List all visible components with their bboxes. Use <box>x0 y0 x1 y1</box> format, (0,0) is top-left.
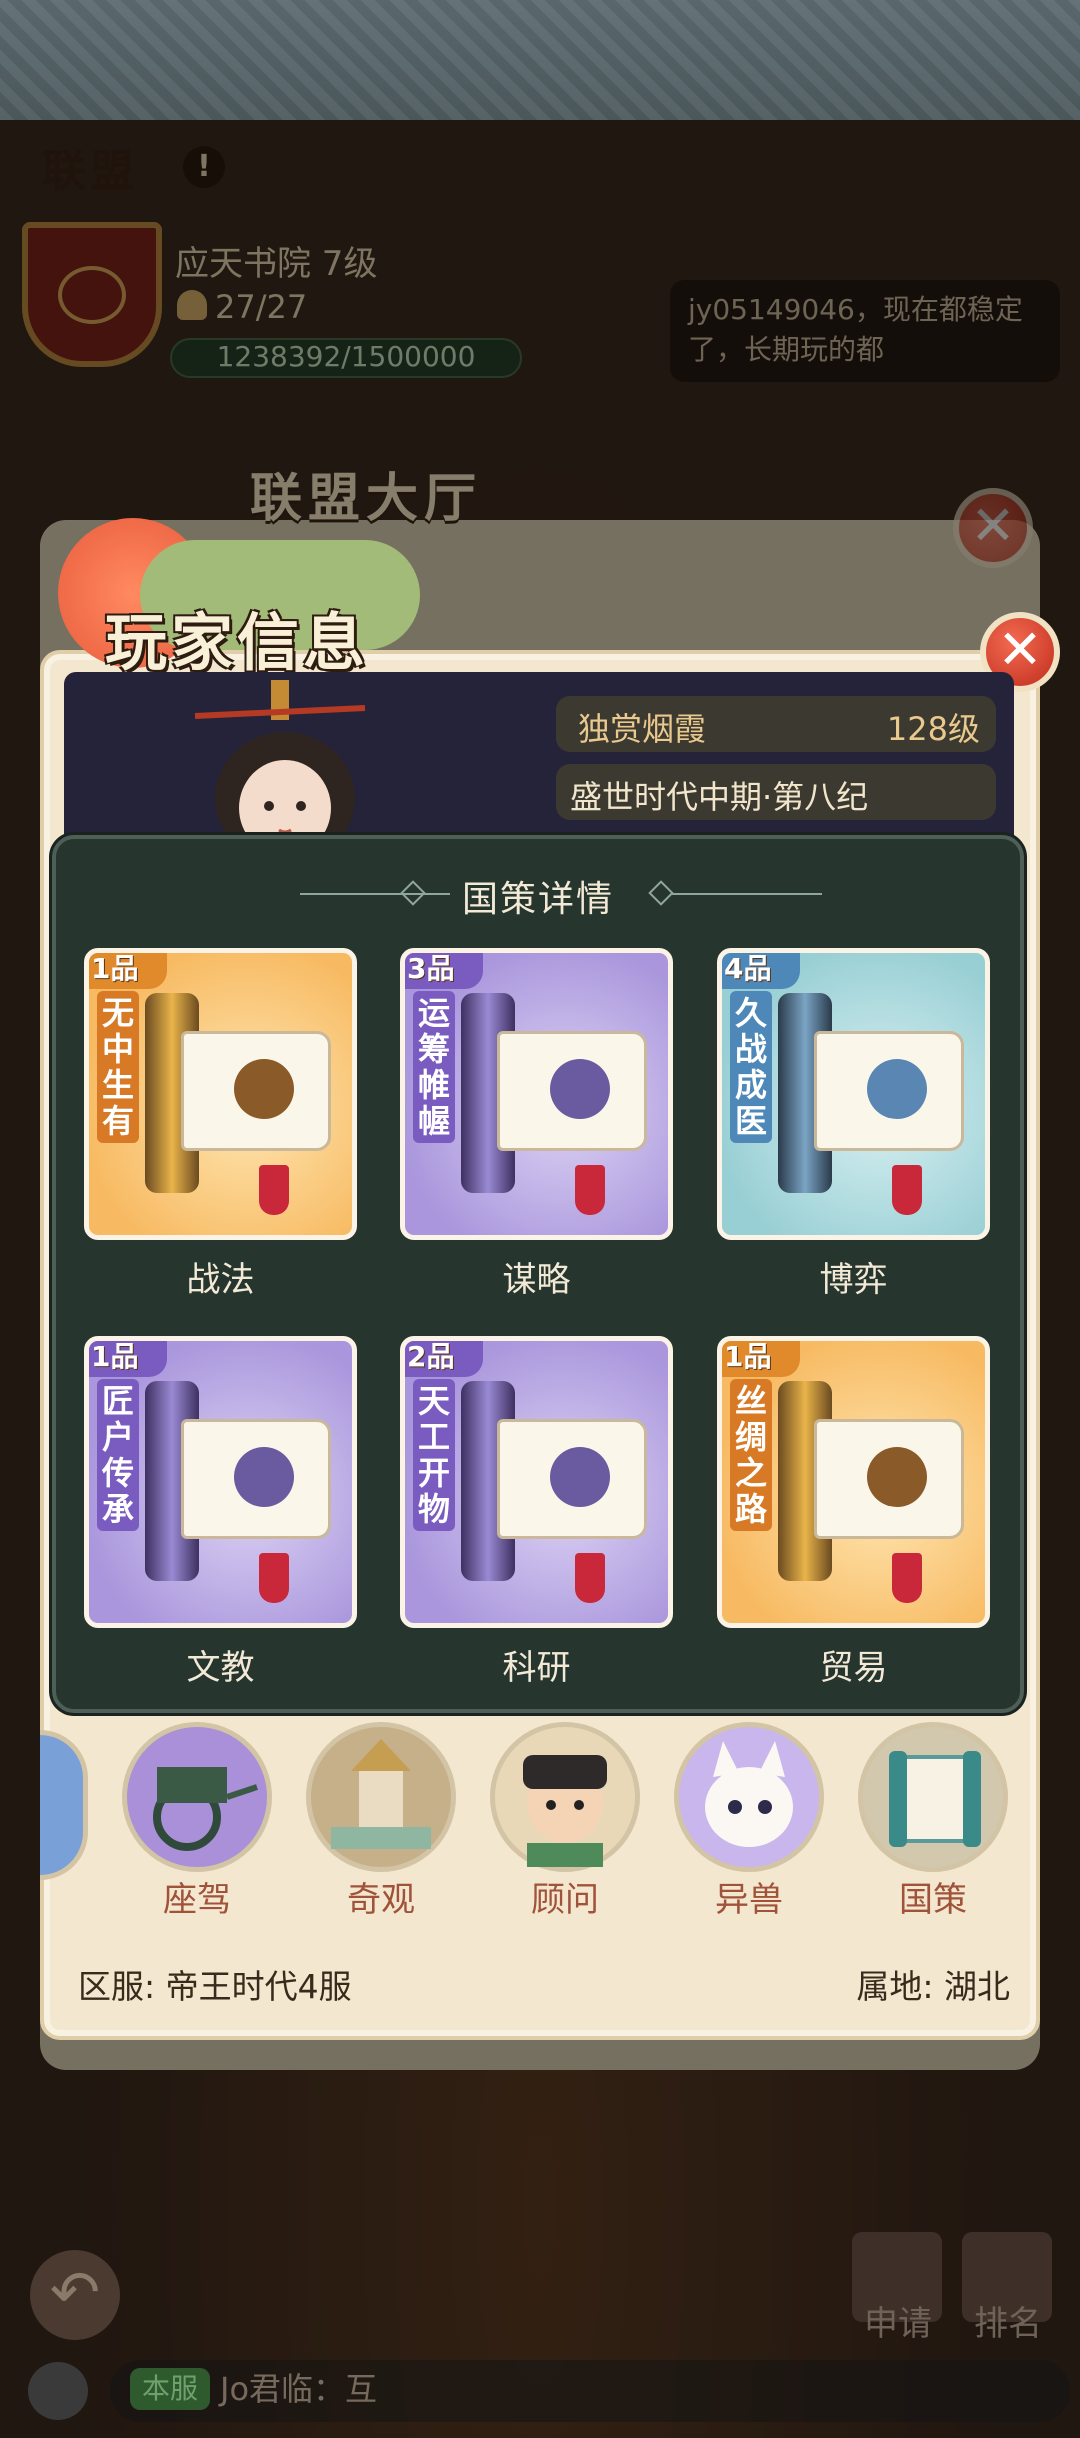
policy-name: 丝绸之路 <box>730 1379 772 1531</box>
policy-card-zhanfa[interactable]: 1品 无中生有 <box>84 948 357 1240</box>
wonder-tower-icon[interactable] <box>306 1722 456 1872</box>
title-ornament-right <box>672 893 822 895</box>
back-button[interactable]: ↶ <box>30 2250 120 2340</box>
book-icon <box>497 1031 647 1151</box>
book-icon <box>181 1031 331 1151</box>
player-avatar <box>175 680 385 864</box>
policy-name: 运筹帷幄 <box>413 991 455 1143</box>
category-label-wonder: 奇观 <box>347 1880 415 1920</box>
category-label-beast: 异兽 <box>715 1880 783 1920</box>
category-label-policy: 国策 <box>899 1880 967 1920</box>
book-icon <box>814 1419 964 1539</box>
book-icon <box>814 1031 964 1151</box>
card-label-zhanfa: 战法 <box>186 1260 255 1300</box>
player-info-title: 玩家信息 <box>105 606 370 679</box>
category-label-carriage: 座驾 <box>163 1880 231 1920</box>
policy-card-keyan[interactable]: 2品 天工开物 <box>400 1336 673 1628</box>
policy-name: 无中生有 <box>97 991 139 1143</box>
carriage-icon[interactable] <box>122 1722 272 1872</box>
policy-card-wenjiao[interactable]: 1品 匠户传承 <box>84 1336 357 1628</box>
grade-badge: 1品 <box>89 953 167 989</box>
grade-badge: 1品 <box>89 1341 167 1377</box>
book-icon <box>497 1419 647 1539</box>
card-label-maoyi: 贸易 <box>819 1648 888 1688</box>
server-label: 区服: 帝王时代4服 <box>78 1967 352 2006</box>
book-icon <box>181 1419 331 1539</box>
advisor-portrait-icon[interactable] <box>490 1722 640 1872</box>
tassel-icon <box>892 1553 922 1603</box>
tassel-icon <box>259 1553 289 1603</box>
chat-message: Jo君临：互 <box>220 2370 378 2408</box>
tassel-icon <box>575 1553 605 1603</box>
grade-badge: 1品 <box>722 1341 800 1377</box>
policy-name: 久战成医 <box>730 991 772 1143</box>
policy-card-boyi[interactable]: 4品 久战成医 <box>717 948 990 1240</box>
region-label: 属地: 湖北 <box>856 1967 1010 2006</box>
policy-popup-title: 国策详情 <box>461 879 614 920</box>
tassel-icon <box>259 1165 289 1215</box>
policy-card-moulue[interactable]: 3品 运筹帷幄 <box>400 948 673 1240</box>
tassel-icon <box>575 1165 605 1215</box>
card-label-wenjiao: 文教 <box>186 1648 255 1688</box>
rank-label: 排名 <box>974 2304 1042 2344</box>
player-era: 盛世时代中期·第八纪 <box>570 778 869 816</box>
chat-bubble-icon[interactable] <box>28 2362 88 2420</box>
policy-name: 匠户传承 <box>97 1379 139 1531</box>
top-pattern-banner <box>0 0 1080 120</box>
beast-icon[interactable] <box>674 1722 824 1872</box>
card-label-moulue: 谋略 <box>502 1260 571 1300</box>
policy-scroll-icon[interactable] <box>858 1722 1008 1872</box>
grade-badge: 2品 <box>405 1341 483 1377</box>
player-name: 独赏烟霞 <box>578 710 707 748</box>
card-label-keyan: 科研 <box>502 1648 571 1688</box>
card-label-boyi: 博弈 <box>819 1260 888 1300</box>
grade-badge: 3品 <box>405 953 483 989</box>
policy-name: 天工开物 <box>413 1379 455 1531</box>
chat-server-tag: 本服 <box>130 2368 210 2410</box>
policy-card-maoyi[interactable]: 1品 丝绸之路 <box>717 1336 990 1628</box>
tassel-icon <box>892 1165 922 1215</box>
player-level: 128级 <box>886 710 980 748</box>
grade-badge: 4品 <box>722 953 800 989</box>
category-label-advisor: 顾问 <box>531 1880 599 1920</box>
apply-label: 申请 <box>864 2304 932 2344</box>
